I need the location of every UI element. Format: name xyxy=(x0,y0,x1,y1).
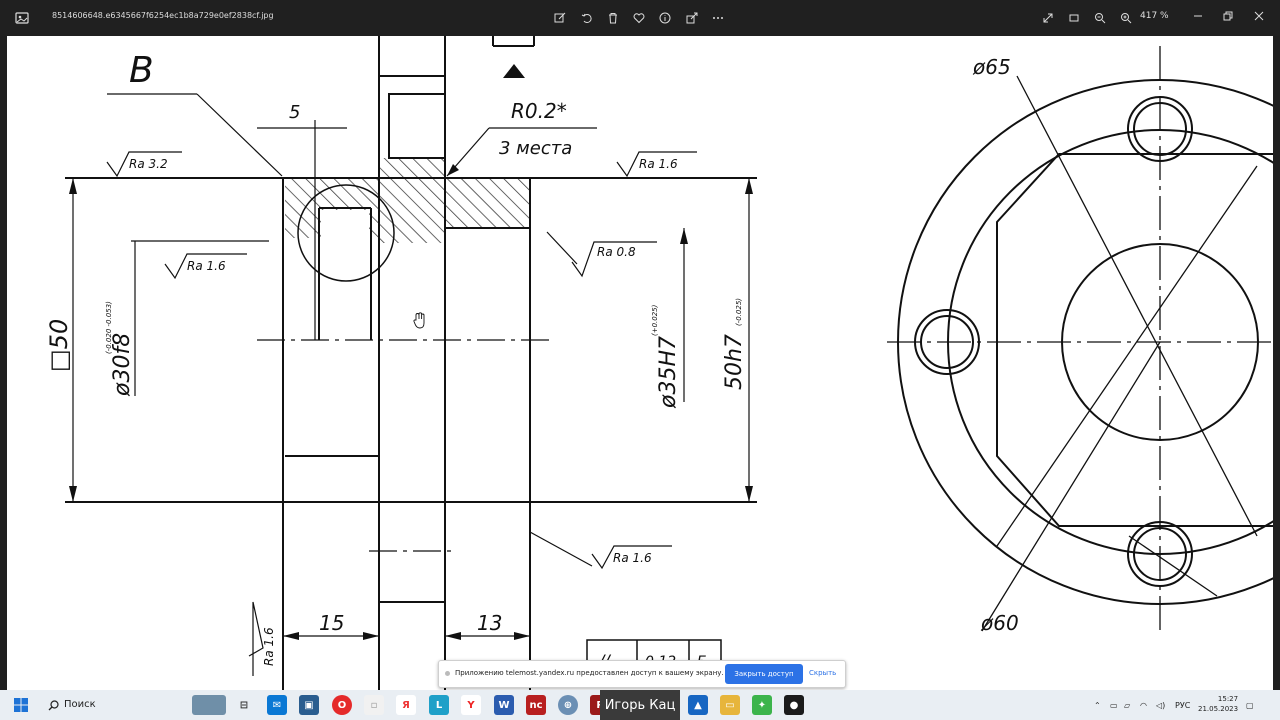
zoom-level[interactable]: 417 % xyxy=(1140,11,1169,21)
rotate-icon xyxy=(581,13,592,23)
dia-right-tol: (+0.025) xyxy=(651,304,659,336)
dim-15: 15 xyxy=(319,611,344,635)
more-button[interactable] xyxy=(708,8,728,28)
screen-share-notification: Приложению telemost.yandex.ru предоставл… xyxy=(438,660,846,688)
zoom-out-button[interactable] xyxy=(1090,8,1110,28)
compass-app-icon[interactable]: ⊕ xyxy=(558,695,578,715)
zoom-in-icon xyxy=(1121,13,1132,24)
info-icon xyxy=(659,12,671,24)
dia-60: ø60 xyxy=(980,611,1019,635)
hide-button[interactable]: Скрыть xyxy=(809,669,836,677)
share-indicator-icon xyxy=(445,671,450,676)
edit-icon xyxy=(554,12,566,23)
maximize-button[interactable] xyxy=(1213,4,1243,28)
clock-date: 21.05.2023 xyxy=(1198,705,1239,713)
l-app-icon[interactable]: L xyxy=(429,695,449,715)
edit-button[interactable] xyxy=(550,8,570,28)
explorer-app-icon[interactable]: ▭ xyxy=(720,695,740,715)
search-icon xyxy=(48,700,59,711)
roughness-16-top: Ra 1.6 xyxy=(639,157,678,171)
taskbar: Поиск ⊟ ✉ ▣ O ▫ Я L Y W nc ⊕ P Игорь Кац… xyxy=(0,690,1280,720)
caller-name-label[interactable]: Игорь Кац xyxy=(600,690,680,720)
start-button[interactable] xyxy=(14,698,28,712)
network-icon[interactable]: ▱ xyxy=(1124,690,1130,720)
fit-icon xyxy=(1069,14,1079,22)
zoom-in-button[interactable] xyxy=(1116,8,1136,28)
share-icon xyxy=(686,12,698,24)
clock-time: 15:27 xyxy=(1217,695,1239,703)
task-view-icon[interactable]: ⊟ xyxy=(234,695,254,715)
zoom-out-icon xyxy=(1095,13,1106,24)
dia-65: ø65 xyxy=(972,55,1011,79)
title-bar: 8514606648.e6345667f6254ec1b8a729e0ef283… xyxy=(0,0,1280,36)
more-icon xyxy=(713,17,723,19)
share-message: Приложению telemost.yandex.ru предоставл… xyxy=(455,669,724,677)
delete-icon xyxy=(609,13,617,24)
favorite-button[interactable] xyxy=(629,8,649,28)
restore-icon xyxy=(1223,11,1233,21)
roughness-32: Ra 3.2 xyxy=(129,157,168,171)
wifi-icon[interactable]: ◠ xyxy=(1140,690,1147,720)
yandex-disk-icon[interactable]: ✦ xyxy=(752,695,772,715)
minimize-icon xyxy=(1194,15,1202,17)
info-button[interactable] xyxy=(655,8,675,28)
close-icon xyxy=(1254,11,1264,21)
nanocad-app-icon[interactable]: nc xyxy=(526,695,546,715)
fullscreen-button[interactable] xyxy=(1038,8,1058,28)
fit-button[interactable] xyxy=(1064,8,1084,28)
fullscreen-icon xyxy=(1043,13,1053,23)
dim-50h7: 50h7 xyxy=(722,334,747,390)
mail-app-icon[interactable]: ✉ xyxy=(267,695,287,715)
tray-expand-icon[interactable]: ⌃ xyxy=(1094,690,1101,720)
store-app-icon[interactable]: ▣ xyxy=(299,695,319,715)
yandex-browser-icon[interactable]: Я xyxy=(396,695,416,715)
clock[interactable]: 15:27 21.05.2023 xyxy=(1198,694,1238,714)
photos-app-icon xyxy=(15,12,29,24)
minimize-button[interactable] xyxy=(1183,4,1213,28)
favorite-icon xyxy=(633,13,645,24)
share-button[interactable] xyxy=(682,8,702,28)
language-indicator[interactable]: РУС xyxy=(1175,690,1190,720)
view-label: B xyxy=(129,50,154,91)
hand-cursor-icon xyxy=(413,312,425,329)
photos-app-icon[interactable]: ▲ xyxy=(688,695,708,715)
roughness-16-left: Ra 1.6 xyxy=(187,259,226,273)
notes-app-icon[interactable]: ▫ xyxy=(364,695,384,715)
dim-13: 13 xyxy=(477,611,502,635)
volume-icon[interactable]: ◁) xyxy=(1156,690,1165,720)
close-button[interactable] xyxy=(1244,4,1274,28)
telemost-app-icon[interactable]: ● xyxy=(784,695,804,715)
dim-50h7-tol: (-0.025) xyxy=(735,298,743,326)
yandex-app-icon[interactable]: Y xyxy=(461,695,481,715)
dia-right: ø35H7 xyxy=(656,336,681,409)
word-app-icon[interactable]: W xyxy=(494,695,514,715)
weather-widget-icon[interactable] xyxy=(192,695,226,715)
technical-drawing: B 5 R0.2* 3 места Ra 3.2 Ra 1.6 Ra 1.6 R… xyxy=(45,36,1273,690)
delete-button[interactable] xyxy=(603,8,623,28)
roughness-16-bottom: Ra 1.6 xyxy=(613,551,652,565)
opera-browser-icon[interactable]: O xyxy=(332,695,352,715)
stop-sharing-button[interactable]: Закрыть доступ xyxy=(725,664,803,684)
dia-left: ø30f8 xyxy=(110,333,135,397)
image-canvas[interactable]: B 5 R0.2* 3 места Ra 3.2 Ra 1.6 Ra 1.6 R… xyxy=(7,36,1273,690)
battery-icon[interactable]: ▭ xyxy=(1110,690,1118,720)
radius-places: 3 места xyxy=(499,138,572,159)
roughness-16-vert: Ra 1.6 xyxy=(262,627,276,666)
roughness-08: Ra 0.8 xyxy=(597,245,636,259)
radius-note: R0.2* xyxy=(511,99,567,123)
search-label: Поиск xyxy=(64,699,96,710)
notifications-icon[interactable]: ▢ xyxy=(1246,690,1254,720)
file-name: 8514606648.e6345667f6254ec1b8a729e0ef283… xyxy=(52,11,274,20)
dia-left-tol: (-0.020 -0.053) xyxy=(105,301,113,354)
dim-5: 5 xyxy=(289,102,300,123)
rotate-button[interactable] xyxy=(577,8,597,28)
square-50: □50 xyxy=(45,319,73,372)
